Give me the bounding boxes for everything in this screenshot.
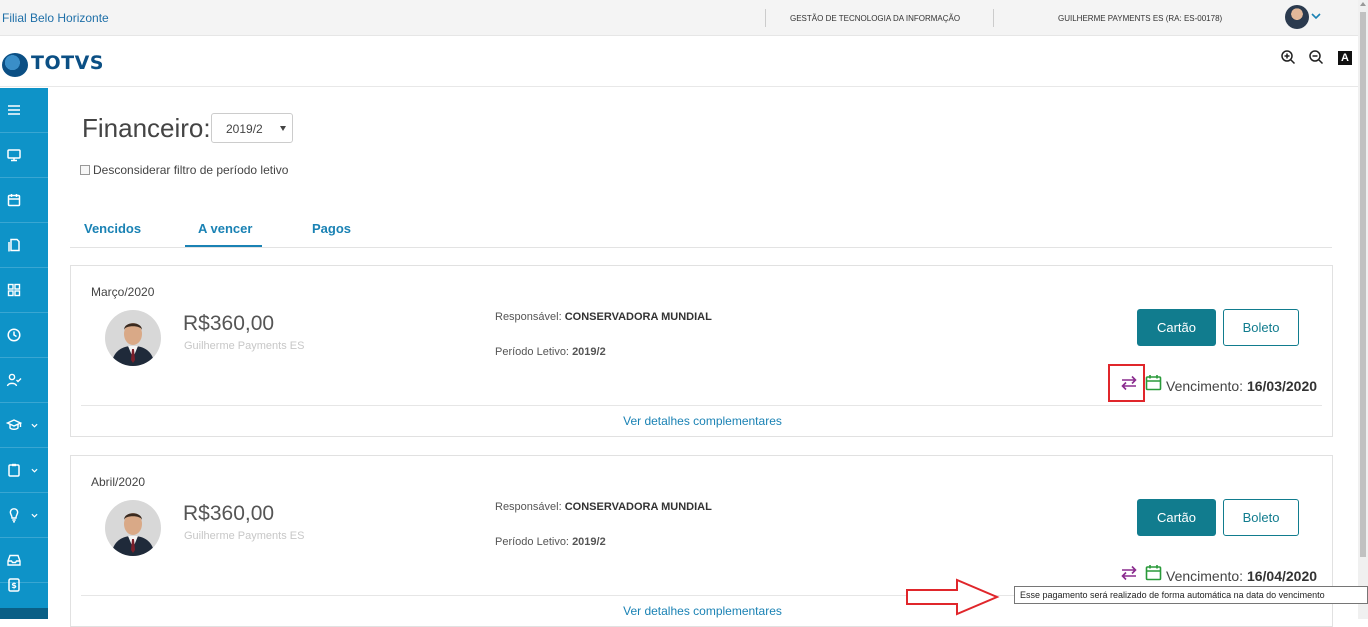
pay-slip-button[interactable]: Boleto bbox=[1223, 499, 1299, 536]
pay-card-button[interactable]: Cartão bbox=[1137, 309, 1216, 346]
scroll-up-arrow-icon[interactable] bbox=[1360, 2, 1366, 6]
period-label: Período Letivo: bbox=[495, 346, 569, 358]
svg-text:$: $ bbox=[11, 581, 17, 590]
period-value: 2019/2 bbox=[572, 536, 606, 548]
dollar-document-icon: $ bbox=[8, 578, 20, 592]
user-name[interactable]: GUILHERME PAYMENTS ES (RA: ES-00178) bbox=[1058, 14, 1222, 23]
installment-amount: R$360,00 bbox=[183, 502, 275, 525]
sidebar-footer bbox=[0, 608, 48, 619]
payer-photo bbox=[105, 500, 161, 556]
period-info: Período Letivo: 2019/2 bbox=[495, 346, 606, 358]
grid-icon bbox=[7, 283, 21, 297]
responsible-info: Responsável: CONSERVADORA MUNDIAL bbox=[495, 501, 712, 513]
chevron-down-icon[interactable] bbox=[1310, 10, 1322, 22]
responsible-info: Responsável: CONSERVADORA MUNDIAL bbox=[495, 311, 712, 323]
due-date: Vencimento: 16/04/2020 bbox=[1166, 568, 1317, 584]
installment-month: Abril/2020 bbox=[91, 475, 146, 489]
calendar-icon bbox=[1145, 375, 1162, 391]
auto-payment-tooltip: Esse pagamento será realizado de forma a… bbox=[1014, 586, 1368, 604]
due-date: Vencimento: 16/03/2020 bbox=[1166, 378, 1317, 394]
responsible-value: CONSERVADORA MUNDIAL bbox=[564, 311, 712, 323]
chevron-down-icon bbox=[31, 513, 38, 518]
page-scrollbar[interactable] bbox=[1358, 0, 1368, 619]
calendar-icon bbox=[7, 194, 21, 207]
branch-name[interactable]: Filial Belo Horizonte bbox=[2, 11, 109, 25]
due-date-label: Vencimento: bbox=[1166, 568, 1244, 584]
card-divider bbox=[81, 405, 1322, 406]
sidebar-item-calendar[interactable] bbox=[0, 178, 48, 223]
ignore-period-filter-checkbox[interactable] bbox=[80, 165, 90, 175]
tab-paid[interactable]: Pagos bbox=[312, 221, 351, 236]
due-date-value: 16/04/2020 bbox=[1246, 568, 1318, 584]
pay-slip-button[interactable]: Boleto bbox=[1223, 309, 1299, 346]
page-title: Financeiro: bbox=[82, 113, 211, 143]
sidebar-item-monitor[interactable] bbox=[0, 133, 48, 178]
top-bar: Filial Belo Horizonte GESTÃO DE TECNOLOG… bbox=[0, 0, 1358, 36]
payer-name: Guilherme Payments ES bbox=[184, 340, 305, 352]
monitor-icon bbox=[7, 149, 21, 162]
tab-bar: Vencidos A vencer Pagos bbox=[70, 207, 1332, 248]
installment-amount: R$360,00 bbox=[183, 312, 275, 335]
responsible-label: Responsável: bbox=[495, 311, 562, 323]
menu-icon bbox=[8, 105, 20, 115]
totvs-logo-icon bbox=[2, 53, 28, 77]
zoom-in-icon[interactable] bbox=[1280, 49, 1296, 65]
high-contrast-button[interactable]: A bbox=[1338, 51, 1352, 65]
period-select-value: 2019/2 bbox=[226, 122, 263, 136]
period-select[interactable]: 2019/2 bbox=[211, 113, 293, 143]
auto-payment-icon[interactable] bbox=[1118, 562, 1140, 584]
department-name[interactable]: GESTÃO DE TECNOLOGIA DA INFORMAÇÃO bbox=[790, 14, 960, 23]
sidebar-item-menu[interactable] bbox=[0, 88, 48, 133]
sidebar-item-academic[interactable] bbox=[0, 403, 48, 448]
divider bbox=[765, 9, 766, 27]
installment-card: Março/2020 R$360,00 Guilherme Payments E… bbox=[70, 265, 1333, 437]
sidebar: $ bbox=[0, 88, 48, 619]
user-check-icon bbox=[6, 373, 22, 387]
divider bbox=[993, 9, 994, 27]
sidebar-item-ideas[interactable] bbox=[0, 493, 48, 538]
sidebar-item-dashboard[interactable] bbox=[0, 268, 48, 313]
sidebar-item-attendance[interactable] bbox=[0, 358, 48, 403]
responsible-value: CONSERVADORA MUNDIAL bbox=[564, 501, 712, 513]
sidebar-item-requests[interactable] bbox=[0, 448, 48, 493]
brand-logo[interactable]: TOTVS bbox=[31, 52, 104, 74]
dropdown-arrow-icon bbox=[280, 126, 286, 131]
due-date-label: Vencimento: bbox=[1166, 378, 1244, 394]
lightbulb-icon bbox=[9, 508, 19, 523]
details-link[interactable]: Ver detalhes complementares bbox=[71, 604, 1334, 618]
graduation-cap-icon bbox=[6, 419, 22, 431]
logo-bar: TOTVS A bbox=[0, 37, 1358, 87]
documents-icon bbox=[8, 238, 20, 252]
annotation-highlight-box bbox=[1108, 364, 1145, 402]
tab-upcoming[interactable]: A vencer bbox=[198, 221, 252, 236]
installment-month: Março/2020 bbox=[91, 285, 155, 299]
scrollbar-thumb[interactable] bbox=[1360, 12, 1366, 557]
clock-icon bbox=[7, 328, 21, 342]
sidebar-item-history[interactable] bbox=[0, 313, 48, 358]
chevron-down-icon bbox=[31, 423, 38, 428]
payer-photo bbox=[105, 310, 161, 366]
tab-overdue[interactable]: Vencidos bbox=[84, 221, 141, 236]
period-value: 2019/2 bbox=[572, 346, 606, 358]
due-date-value: 16/03/2020 bbox=[1246, 378, 1318, 394]
pay-card-button[interactable]: Cartão bbox=[1137, 499, 1216, 536]
ignore-period-filter-label[interactable]: Desconsiderar filtro de período letivo bbox=[93, 163, 288, 177]
clipboard-icon bbox=[8, 463, 20, 477]
details-link[interactable]: Ver detalhes complementares bbox=[71, 414, 1334, 428]
period-info: Período Letivo: 2019/2 bbox=[495, 536, 606, 548]
period-label: Período Letivo: bbox=[495, 536, 569, 548]
calendar-icon bbox=[1145, 565, 1162, 581]
payer-name: Guilherme Payments ES bbox=[184, 530, 305, 542]
responsible-label: Responsável: bbox=[495, 501, 562, 513]
sidebar-item-financial[interactable]: $ bbox=[0, 563, 48, 608]
active-tab-indicator bbox=[185, 245, 262, 247]
annotation-arrow-icon bbox=[906, 578, 1000, 616]
zoom-out-icon[interactable] bbox=[1308, 49, 1324, 65]
sidebar-item-documents[interactable] bbox=[0, 223, 48, 268]
user-avatar[interactable] bbox=[1285, 5, 1309, 29]
chevron-down-icon bbox=[31, 468, 38, 473]
